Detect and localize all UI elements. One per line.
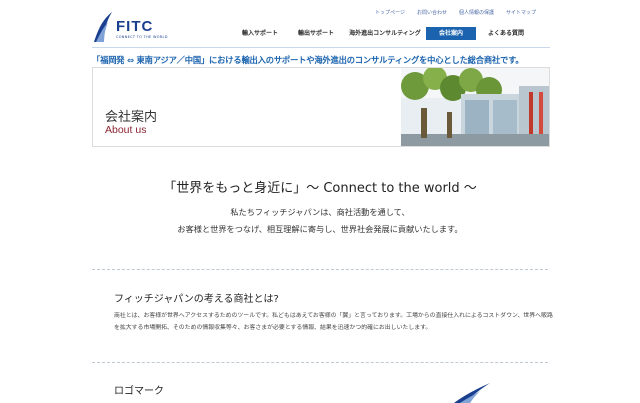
nav-import-support[interactable]: 輸入サポート	[232, 27, 288, 40]
page-banner: 会社案内 About us	[92, 67, 550, 147]
page-subtitle: About us	[105, 124, 147, 136]
util-link-top[interactable]: トップページ	[375, 9, 405, 16]
util-link-contact[interactable]: お問い合わせ	[417, 9, 447, 16]
nav-overseas-consulting[interactable]: 海外進出コンサルティング	[344, 27, 426, 40]
section-body-trading-company: 商社とは、お客様が世界へアクセスするためのツールです。私どもはあえてお客様の「翼…	[114, 313, 553, 331]
site-logo[interactable]: FITC CONNECT TO THE WORLD	[92, 10, 172, 44]
intro-text-line-1: 私たちフィッチジャパンは、商社活動を通して、	[230, 207, 410, 217]
office-building-photo	[401, 68, 549, 146]
page-title: 会社案内	[105, 110, 158, 125]
section-divider	[92, 362, 548, 363]
header-divider	[92, 47, 550, 48]
util-link-sitemap[interactable]: サイトマップ	[506, 9, 536, 16]
nav-export-support[interactable]: 輸出サポート	[288, 27, 344, 40]
logo-text: FITC	[116, 18, 154, 35]
logo-mark-icon	[454, 383, 490, 403]
logo-wing-icon	[94, 12, 112, 42]
nav-company-info[interactable]: 会社案内	[426, 27, 476, 40]
utility-links: トップページ お問い合わせ 個人情報の保護 サイトマップ	[375, 9, 536, 16]
section-heading-trading-company: フィッチジャパンの考える商社とは?	[114, 294, 279, 305]
section-heading-logo-mark: ロゴマーク	[114, 386, 164, 397]
logo-tagline: CONNECT TO THE WORLD	[116, 35, 168, 39]
util-link-privacy[interactable]: 個人情報の保護	[459, 9, 494, 16]
section-divider	[92, 269, 548, 270]
global-nav: 輸入サポート 輸出サポート 海外進出コンサルティング 会社案内 よくある質問	[232, 27, 536, 40]
site-tagline: 「福岡発 ⇔ 東南アジア／中国」における輸出入のサポートや海外進出のコンサルティ…	[92, 55, 524, 65]
nav-faq[interactable]: よくある質問	[476, 27, 536, 40]
intro-text-line-2: お客様と世界をつなげ、相互理解に寄与し、世界社会発展に貢献いたします。	[177, 224, 463, 234]
intro-heading: 「世界をもっと身近に」～ Connect to the world ～	[163, 181, 477, 196]
